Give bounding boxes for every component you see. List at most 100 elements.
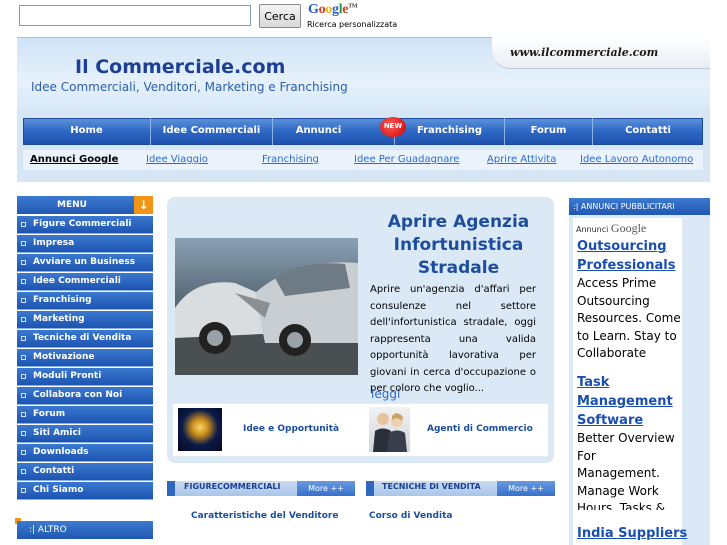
- feature-title[interactable]: Aprire Agenzia Infortunistica Stradale: [367, 211, 550, 280]
- menu-item-motivazione[interactable]: Motivazione: [17, 349, 153, 367]
- ad-task-title-line1[interactable]: Task: [577, 373, 609, 392]
- ads-by-brand: Google: [610, 221, 647, 235]
- subnav-aprire-attivita[interactable]: Aprire Attivita: [487, 154, 556, 165]
- bullet-icon: [21, 412, 26, 417]
- bullet-icon: [21, 374, 26, 379]
- nav-item-franchising[interactable]: Franchising: [395, 118, 505, 145]
- car-crash-photo[interactable]: [175, 238, 358, 375]
- menu-item-collabora-con-noi[interactable]: Collabora con Noi: [17, 387, 153, 405]
- ad-outsourcing-body: Access Prime Outsourcing Resources. Come…: [577, 276, 681, 360]
- menu-item-contatti[interactable]: Contatti: [17, 463, 153, 481]
- nav-item-idee-commerciali[interactable]: Idee Commerciali: [151, 118, 273, 145]
- corso-di-vendita-link[interactable]: Corso di Vendita: [369, 511, 452, 521]
- menu-title: MENU: [17, 196, 153, 214]
- figure-commerciali-more-button[interactable]: More ++: [297, 481, 355, 496]
- ad-india-suppliers-title[interactable]: India Suppliers: [577, 524, 687, 543]
- google-tm: TM: [348, 3, 358, 10]
- menu-item-impresa[interactable]: Impresa: [17, 235, 153, 253]
- bullet-icon: [21, 260, 26, 265]
- menu-item-marketing[interactable]: Marketing: [17, 311, 153, 329]
- site-subtitle: Idee Commerciali, Venditori, Marketing e…: [31, 80, 348, 94]
- feature-read-more-link[interactable]: leggi: [371, 387, 400, 401]
- bullet-icon: [21, 355, 26, 360]
- ads-by-google[interactable]: Annunci Google: [576, 221, 646, 236]
- ads-side-area: [682, 218, 710, 545]
- site-url[interactable]: www.ilcommerciale.com: [510, 46, 658, 59]
- subnav-idee-lavoro-autonomo[interactable]: Idee Lavoro Autonomo: [580, 154, 693, 165]
- section-left-marker: [167, 481, 175, 496]
- menu-item-franchising[interactable]: Franchising: [17, 292, 153, 310]
- ad-task-title-line2[interactable]: Management: [577, 392, 673, 411]
- subnav-idee-per-guadagnare[interactable]: Idee Per Guadagnare: [354, 154, 459, 165]
- menu-item-label: Franchising: [33, 295, 92, 305]
- bullet-icon: [21, 488, 26, 493]
- idee-opportunita-link[interactable]: Idee e Opportunità: [243, 424, 339, 434]
- tecniche-vendita-more-button[interactable]: More ++: [497, 481, 555, 496]
- menu-item-figure-commerciali[interactable]: Figure Commerciali: [17, 216, 153, 234]
- subnav-annunci-google[interactable]: Annunci Google: [30, 154, 118, 165]
- menu-item-label: Tecniche di Vendita: [33, 333, 132, 343]
- menu-item-downloads[interactable]: Downloads: [17, 444, 153, 462]
- menu-item-tecniche-di-vendita[interactable]: Tecniche di Vendita: [17, 330, 153, 348]
- search-input[interactable]: [19, 5, 251, 26]
- menu-item-avviare-un-business[interactable]: Avviare un Business: [17, 254, 153, 272]
- bullet-icon: [21, 298, 26, 303]
- bullet-icon: [21, 241, 26, 246]
- business-people-image[interactable]: [369, 407, 410, 452]
- ads-by-label: Annunci: [576, 225, 609, 234]
- bullet-icon: [21, 279, 26, 284]
- nav-item-home[interactable]: Home: [23, 118, 151, 145]
- section-figure-commerciali-title: FIGURECOMMERCIALI: [184, 482, 281, 491]
- google-logo: GoogleTM: [308, 2, 358, 17]
- idea-lightbulb-image[interactable]: [178, 408, 222, 451]
- menu-item-siti-amici[interactable]: Siti Amici: [17, 425, 153, 443]
- nav-item-annunci[interactable]: Annunci: [273, 118, 395, 145]
- bullet-icon: [21, 450, 26, 455]
- menu-item-label: Contatti: [33, 466, 75, 476]
- bullet-icon: [21, 317, 26, 322]
- ad-task-title-line3[interactable]: Software: [577, 411, 643, 430]
- section-tecniche-vendita-title: TECNICHE DI VENDITA: [382, 482, 481, 491]
- ad-outsourcing-title-line2[interactable]: Professionals: [577, 256, 675, 275]
- menu-item-label: Chi Siamo: [33, 485, 84, 495]
- arrow-down-icon: ↓: [134, 196, 153, 214]
- menu-item-label: Motivazione: [33, 352, 95, 362]
- subnav-idee-viaggio[interactable]: Idee Viaggio: [146, 154, 208, 165]
- menu-item-label: Idee Commerciali: [33, 276, 121, 286]
- search-subtitle: Ricerca personalizzata: [307, 20, 398, 29]
- menu-item-label: Collabora con Noi: [33, 390, 123, 400]
- menu-item-label: Moduli Pronti: [33, 371, 102, 381]
- search-button[interactable]: Cerca: [259, 4, 301, 28]
- bullet-icon: [21, 469, 26, 474]
- subnav-franchising[interactable]: Franchising: [262, 154, 319, 165]
- menu-item-label: Marketing: [33, 314, 85, 324]
- page: Cerca GoogleTM Ricerca personalizzata ww…: [0, 0, 727, 545]
- feature-text: Aprire un'agenzia d'affari per consulenz…: [370, 284, 536, 394]
- menu-item-label: Avviare un Business: [33, 257, 136, 267]
- nav-item-contatti[interactable]: Contatti: [593, 118, 703, 145]
- menu-item-label: Siti Amici: [33, 428, 81, 438]
- bullet-icon: [21, 431, 26, 436]
- site-title[interactable]: Il Commerciale.com: [75, 56, 285, 78]
- menu-item-moduli-pronti[interactable]: Moduli Pronti: [17, 368, 153, 386]
- menu-item-label: Forum: [33, 409, 66, 419]
- menu-item-forum[interactable]: Forum: [17, 406, 153, 424]
- menu-item-chi-siamo[interactable]: Chi Siamo: [17, 482, 153, 500]
- section-right-marker: [366, 481, 374, 496]
- menu-item-label: Downloads: [33, 447, 89, 457]
- menu-item-label: Figure Commerciali: [33, 219, 132, 229]
- ad-outsourcing-title-line1[interactable]: Outsourcing: [577, 237, 667, 256]
- bullet-icon: [21, 222, 26, 227]
- ads-header: :| ANNUNCI PUBBLICITARI: [569, 198, 710, 215]
- bullet-icon: [21, 393, 26, 398]
- nav-item-forum[interactable]: Forum: [505, 118, 593, 145]
- menu-item-idee-commerciali[interactable]: Idee Commerciali: [17, 273, 153, 291]
- car-crash-illustration: [175, 262, 358, 375]
- menu-item-label: Impresa: [33, 238, 75, 248]
- agenti-di-commercio-link[interactable]: Agenti di Commercio: [427, 424, 533, 434]
- business-people-icon: [373, 413, 407, 452]
- caratteristiche-venditore-link[interactable]: Caratteristiche del Venditore: [191, 511, 338, 521]
- altro-header: :| ALTRO: [17, 521, 153, 539]
- ad-task-body: Better Overview For Management. Manage W…: [577, 431, 675, 510]
- bullet-icon: [21, 336, 26, 341]
